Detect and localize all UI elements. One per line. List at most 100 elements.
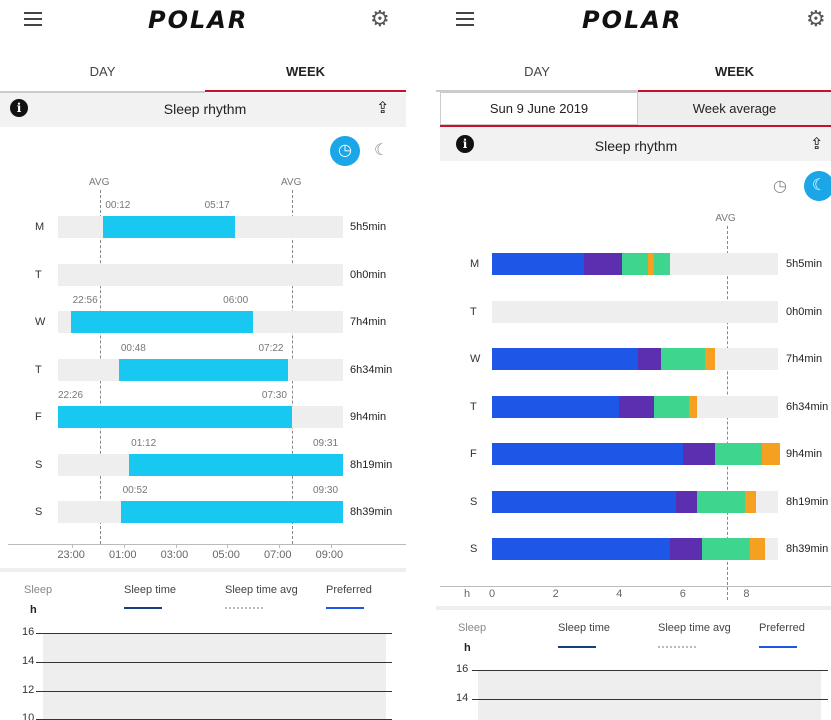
phase-axis-line	[440, 586, 831, 587]
avg-end-label: AVG	[281, 177, 302, 188]
section-title: Sleep rhythm	[163, 101, 247, 117]
screen-gap	[406, 0, 436, 720]
sleep-bar	[129, 453, 343, 476]
time-tick-label: 03:00	[160, 549, 189, 561]
phase-axis-unit: h	[464, 588, 471, 600]
time-tick-label: 09:00	[315, 549, 344, 561]
sleep-bar	[58, 406, 292, 428]
y-tick-label: 16	[456, 663, 469, 675]
duration-label: 5h5min	[350, 221, 387, 233]
subtab-week-average[interactable]: Week average	[638, 101, 831, 116]
duration-label: 9h4min	[786, 448, 823, 460]
day-label: S	[35, 458, 43, 471]
tab-week[interactable]: WEEK	[205, 64, 406, 79]
start-time-label: 22:26	[58, 390, 84, 401]
day-label: F	[35, 411, 42, 423]
legend-preferred: Preferred	[326, 584, 372, 596]
grid-line	[36, 662, 392, 663]
phase-segment	[714, 443, 763, 465]
legend-sleep-time-line	[558, 646, 596, 648]
left-screen: POLAR ⚙ DAY WEEK i Sleep rhythm ⇪ ◷ ☾ AV…	[0, 0, 406, 720]
gear-icon[interactable]: ⚙	[370, 8, 390, 30]
menu-icon[interactable]	[456, 12, 474, 26]
phase-segment	[744, 490, 756, 513]
sleep-timing-button[interactable]: ◷	[330, 136, 360, 166]
goal-band	[43, 634, 386, 720]
legend-sleep-time: Sleep time	[124, 584, 176, 596]
time-tick	[175, 544, 177, 548]
phase-segment	[492, 348, 639, 370]
export-icon[interactable]: ⇪	[376, 98, 389, 118]
menu-icon[interactable]	[24, 12, 42, 26]
phase-segment	[619, 395, 655, 418]
sleep-bar	[70, 311, 254, 333]
right-screen: POLAR ⚙ DAY WEEK Sun 9 June 2019 Week av…	[436, 0, 831, 720]
phase-segment	[492, 395, 620, 418]
phase-tick-label: 8	[743, 588, 750, 600]
subtab-date[interactable]: Sun 9 June 2019	[440, 101, 638, 116]
time-tick-label: 05:00	[212, 549, 240, 561]
sleep-timing-button[interactable]: ◷	[773, 176, 787, 196]
duration-label: 8h39min	[786, 543, 829, 555]
y-tick-label: 14	[22, 655, 35, 667]
phase-segment	[584, 253, 623, 275]
legend-avg-line	[225, 607, 263, 609]
y-tick-label: 14	[456, 692, 469, 704]
phase-segment	[697, 490, 745, 513]
day-label: S	[35, 506, 43, 518]
legend-sleep: Sleep	[24, 584, 53, 596]
phase-bar	[492, 538, 766, 560]
phase-segment	[654, 395, 690, 418]
day-label: S	[470, 495, 478, 508]
info-icon[interactable]: i	[456, 135, 474, 153]
duration-label: 7h4min	[786, 353, 823, 365]
end-time-label: 09:30	[313, 485, 339, 496]
sleep-bar	[118, 358, 289, 381]
sleep-phases-button[interactable]: ☾	[804, 171, 831, 201]
duration-label: 9h4min	[350, 411, 387, 423]
grid-line	[36, 691, 392, 692]
sleep-bar	[120, 501, 343, 523]
grid-line	[472, 699, 828, 700]
divider	[0, 568, 406, 572]
divider	[436, 606, 831, 610]
legend-sleep-time-avg: Sleep time avg	[225, 584, 298, 596]
start-time-label: 00:52	[122, 485, 148, 496]
duration-label: 6h34min	[786, 400, 829, 413]
day-label: T	[35, 363, 42, 376]
time-tick	[72, 544, 74, 548]
start-time-label: 01:12	[131, 437, 157, 449]
phase-segment	[654, 253, 671, 275]
phase-bar	[492, 253, 671, 275]
duration-label: 5h5min	[786, 258, 823, 270]
legend-sleep: Sleep	[458, 622, 487, 634]
start-time-label: 00:48	[120, 342, 146, 354]
tab-week[interactable]: WEEK	[638, 64, 831, 79]
legend-sleep-time-avg: Sleep time avg	[658, 622, 731, 634]
phase-segment	[689, 395, 698, 418]
legend-unit: h	[30, 604, 37, 616]
legend-avg-line	[658, 646, 696, 648]
tab-day[interactable]: DAY	[0, 64, 205, 79]
sleep-phases-button[interactable]: ☾	[374, 140, 388, 160]
end-time-label: 07:22	[258, 342, 284, 354]
gear-icon[interactable]: ⚙	[806, 8, 826, 30]
section-title: Sleep rhythm	[594, 138, 678, 154]
tab-day[interactable]: DAY	[436, 64, 638, 79]
time-tick	[124, 544, 125, 548]
day-label: T	[470, 400, 477, 413]
legend-preferred: Preferred	[759, 622, 805, 634]
duration-label: 0h0min	[350, 268, 387, 281]
sleep-bar	[103, 216, 235, 238]
duration-label: 7h4min	[350, 316, 387, 328]
y-tick-label: 12	[22, 684, 35, 696]
info-icon[interactable]: i	[10, 99, 28, 117]
time-tick-label: 01:00	[109, 549, 137, 561]
day-label: W	[470, 353, 481, 365]
duration-label: 8h39min	[350, 506, 393, 518]
start-time-label: 00:12	[105, 200, 131, 211]
export-icon[interactable]: ⇪	[810, 134, 823, 154]
phase-segment	[762, 443, 780, 465]
day-label: T	[470, 305, 477, 318]
polar-logo: POLAR	[582, 6, 683, 34]
